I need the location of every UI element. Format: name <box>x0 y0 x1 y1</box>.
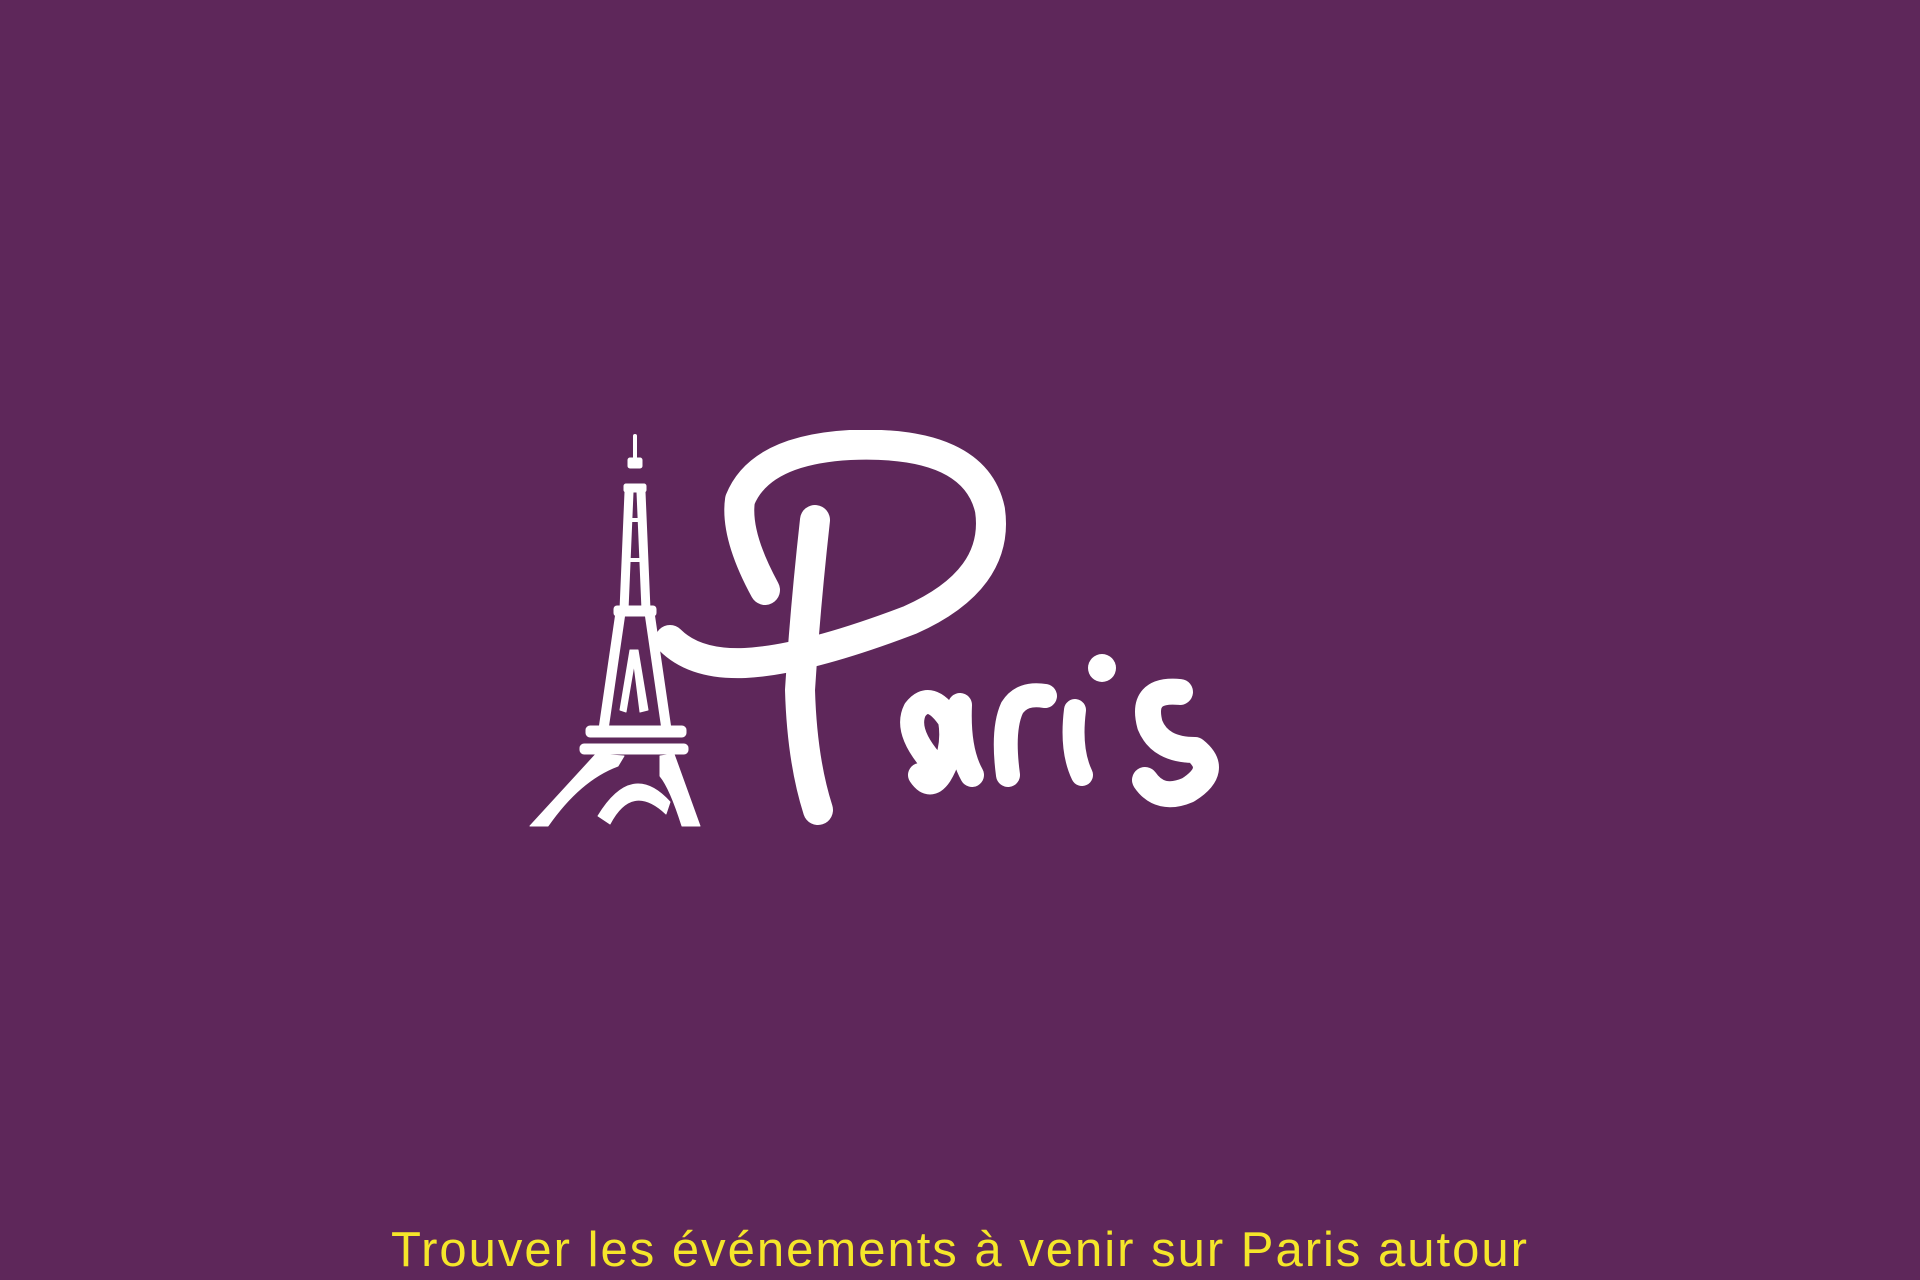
paris-wordmark <box>655 430 1219 825</box>
splash-screen: Trouver les événements à venir sur Paris… <box>0 0 1920 1280</box>
paris-logo <box>520 430 1420 850</box>
tagline: Trouver les événements à venir sur Paris… <box>391 1223 1529 1277</box>
